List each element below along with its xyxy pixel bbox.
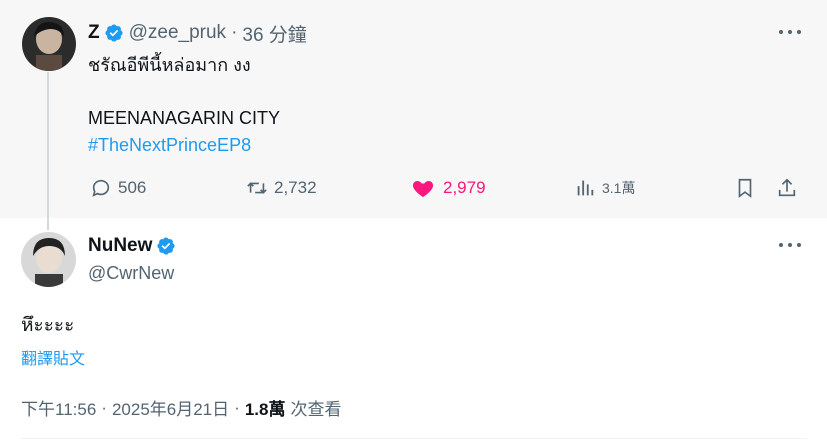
bookmark-icon [738, 178, 752, 198]
display-name-text[interactable]: NuNew [88, 235, 152, 257]
avatar[interactable] [22, 17, 76, 71]
more-icon[interactable] [779, 241, 801, 249]
timestamp[interactable]: 36 分鐘 [242, 20, 306, 47]
tweet-date[interactable]: 2025年6月21日 [112, 395, 229, 420]
separator: · [101, 397, 107, 417]
separator: · [231, 22, 238, 43]
views-count: 1.8萬 [244, 400, 286, 419]
views-icon [577, 180, 594, 196]
more-icon[interactable] [779, 28, 801, 36]
verified-badge-icon [157, 237, 175, 255]
retweet-count: 2,732 [274, 178, 317, 197]
display-name[interactable]: Z [88, 22, 100, 44]
display-name[interactable]: NuNew [88, 235, 181, 257]
handle[interactable]: @zee_pruk [129, 22, 226, 44]
tweet-meta: 下午11:56 · 2025年6月21日 · 1.8萬 次查看 [21, 395, 341, 420]
share-button[interactable] [776, 176, 804, 200]
avatar[interactable] [21, 232, 76, 287]
reply-icon [92, 179, 110, 197]
tweet-text: หึะะะะ [21, 315, 75, 336]
separator: · [234, 397, 240, 417]
hashtag-link[interactable]: #TheNextPrinceEP8 [88, 132, 251, 159]
retweet-button[interactable]: 2,732 [246, 176, 317, 200]
parent-header: Z @zee_pruk · 36 分鐘 [88, 20, 307, 46]
share-icon [778, 178, 796, 197]
handle[interactable]: @CwrNew [88, 263, 174, 284]
translate-link[interactable]: 翻譯貼文 [21, 345, 85, 369]
tweet-time[interactable]: 下午11:56 [21, 395, 96, 420]
divider [21, 438, 807, 439]
reply-button[interactable]: 506 [90, 176, 146, 200]
like-button[interactable]: 2,979 [411, 176, 486, 200]
tweet-text: ชรัณอีพีนี้หล่อมาก งง [88, 55, 251, 75]
views-count: 3.1萬 [602, 180, 636, 196]
retweet-icon [247, 182, 267, 194]
views-button[interactable]: 3.1萬 [574, 176, 635, 200]
tweet-text-line2: MEENANAGARIN CITY [88, 108, 281, 128]
bookmark-button[interactable] [734, 176, 762, 200]
like-count: 2,979 [443, 178, 486, 197]
reply-count: 506 [118, 178, 147, 197]
views-label: 次查看 [290, 400, 342, 419]
heart-icon [412, 181, 434, 197]
thread-line [47, 72, 49, 230]
verified-badge-icon [105, 24, 123, 42]
